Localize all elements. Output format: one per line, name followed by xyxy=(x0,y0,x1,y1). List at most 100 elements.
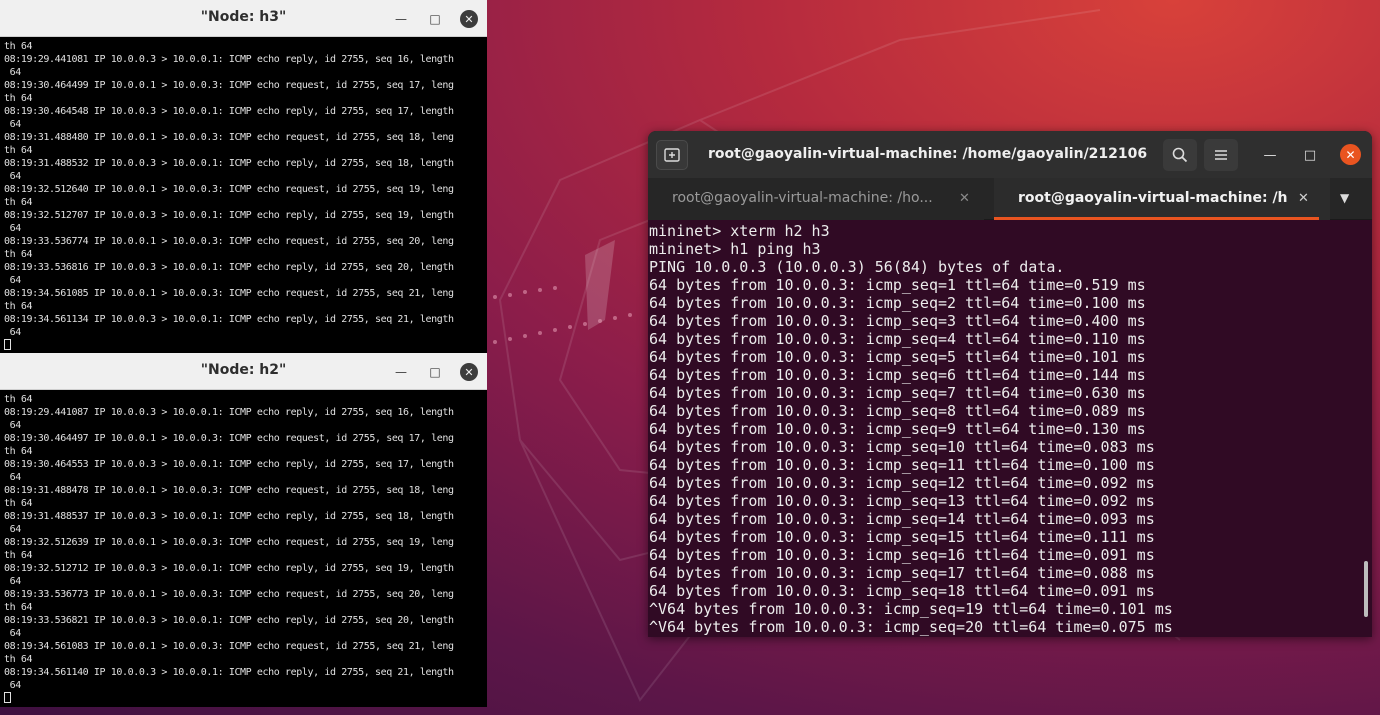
search-button[interactable] xyxy=(1163,139,1197,171)
output-line: 64 xyxy=(4,327,22,338)
output-line: 64 xyxy=(4,680,22,691)
output-line: 64 xyxy=(4,275,22,286)
active-tab-indicator xyxy=(994,217,1319,220)
new-tab-button[interactable] xyxy=(656,140,688,170)
maximize-icon[interactable]: □ xyxy=(426,10,444,28)
output-line: 08:19:32.512640 IP 10.0.0.1 > 10.0.0.3: … xyxy=(4,184,454,195)
cursor-block xyxy=(4,692,11,703)
output-line: 64 bytes from 10.0.0.3: icmp_seq=8 ttl=6… xyxy=(649,402,1146,420)
output-line: 64 bytes from 10.0.0.3: icmp_seq=12 ttl=… xyxy=(649,474,1155,492)
header-bar[interactable]: root@gaoyalin-virtual-machine: /home/gao… xyxy=(648,131,1372,178)
output-line: 08:19:34.561134 IP 10.0.0.3 > 10.0.0.1: … xyxy=(4,314,454,325)
output-line: 64 bytes from 10.0.0.3: icmp_seq=14 ttl=… xyxy=(649,510,1155,528)
output-line: 08:19:30.464497 IP 10.0.0.1 > 10.0.0.3: … xyxy=(4,433,454,444)
output-line: PING 10.0.0.3 (10.0.0.3) 56(84) bytes of… xyxy=(649,258,1065,276)
output-line: 64 bytes from 10.0.0.3: icmp_seq=9 ttl=6… xyxy=(649,420,1146,438)
output-line: th 64 xyxy=(4,498,33,509)
gnome-terminal-window[interactable]: root@gaoyalin-virtual-machine: /home/gao… xyxy=(648,131,1372,637)
output-line: 08:19:34.561083 IP 10.0.0.1 > 10.0.0.3: … xyxy=(4,641,454,652)
xterm-window-h3[interactable]: "Node: h3" — □ ✕ th 64 08:19:29.441081 IP… xyxy=(0,0,487,353)
cursor-block xyxy=(4,339,11,350)
output-line: th 64 xyxy=(4,394,33,405)
output-line: 64 bytes from 10.0.0.3: icmp_seq=2 ttl=6… xyxy=(649,294,1146,312)
output-line: 08:19:33.536816 IP 10.0.0.3 > 10.0.0.1: … xyxy=(4,262,454,273)
output-line: 64 xyxy=(4,628,22,639)
output-line: 64 xyxy=(4,67,22,78)
output-line: 64 xyxy=(4,472,22,483)
terminal-cursor xyxy=(4,692,487,705)
output-line: 08:19:31.488537 IP 10.0.0.3 > 10.0.0.1: … xyxy=(4,511,454,522)
scrollbar[interactable] xyxy=(1364,561,1368,617)
output-line: 64 xyxy=(4,524,22,535)
output-line: 64 bytes from 10.0.0.3: icmp_seq=15 ttl=… xyxy=(649,528,1155,546)
output-line: 08:19:32.512712 IP 10.0.0.3 > 10.0.0.1: … xyxy=(4,563,454,574)
output-line: ^V64 bytes from 10.0.0.3: icmp_seq=19 tt… xyxy=(649,600,1173,618)
terminal-output[interactable]: th 64 08:19:29.441087 IP 10.0.0.3 > 10.0.… xyxy=(4,393,487,707)
output-line: 64 bytes from 10.0.0.3: icmp_seq=11 ttl=… xyxy=(649,456,1155,474)
tab-2-active[interactable]: root@gaoyalin-virtual-machine: /ho... ✕ xyxy=(994,178,1330,220)
terminal-output[interactable]: mininet> xterm h2 h3 mininet> h1 ping h3 P… xyxy=(649,222,1349,636)
output-line: 08:19:34.561085 IP 10.0.0.1 > 10.0.0.3: … xyxy=(4,288,454,299)
close-icon[interactable]: ✕ xyxy=(1340,144,1361,165)
output-line: 64 bytes from 10.0.0.3: icmp_seq=16 ttl=… xyxy=(649,546,1155,564)
search-icon xyxy=(1172,147,1188,163)
tab-close-icon[interactable]: ✕ xyxy=(959,191,970,206)
tab-1[interactable]: root@gaoyalin-virtual-machine: /ho... ✕ xyxy=(648,178,984,220)
output-line: th 64 xyxy=(4,654,33,665)
output-line: th 64 xyxy=(4,602,33,613)
output-line: mininet> h1 ping h3 xyxy=(649,240,821,258)
output-line: th 64 xyxy=(4,301,33,312)
output-line: 64 bytes from 10.0.0.3: icmp_seq=18 ttl=… xyxy=(649,582,1155,600)
output-line: 64 xyxy=(4,576,22,587)
output-line: 08:19:31.488478 IP 10.0.0.1 > 10.0.0.3: … xyxy=(4,485,454,496)
hamburger-icon xyxy=(1215,150,1227,160)
tab-bar: root@gaoyalin-virtual-machine: /ho... ✕ … xyxy=(648,178,1372,220)
menu-button[interactable] xyxy=(1204,139,1238,171)
output-line: th 64 xyxy=(4,93,33,104)
close-icon[interactable]: ✕ xyxy=(460,10,478,28)
output-line: th 64 xyxy=(4,197,33,208)
window-titlebar[interactable]: "Node: h2" — □ ✕ xyxy=(0,353,487,390)
output-line: 08:19:33.536774 IP 10.0.0.1 > 10.0.0.3: … xyxy=(4,236,454,247)
window-title: "Node: h3" xyxy=(200,9,287,25)
output-line: 64 xyxy=(4,223,22,234)
output-line: 08:19:31.488532 IP 10.0.0.3 > 10.0.0.1: … xyxy=(4,158,454,169)
output-line: 64 bytes from 10.0.0.3: icmp_seq=6 ttl=6… xyxy=(649,366,1146,384)
output-line: 08:19:32.512707 IP 10.0.0.3 > 10.0.0.1: … xyxy=(4,210,454,221)
tabs-dropdown-icon[interactable]: ▼ xyxy=(1340,191,1349,205)
output-line: 64 bytes from 10.0.0.3: icmp_seq=3 ttl=6… xyxy=(649,312,1146,330)
minimize-icon[interactable]: — xyxy=(392,363,410,381)
terminal-cursor xyxy=(4,339,487,352)
output-line: 08:19:33.536821 IP 10.0.0.3 > 10.0.0.1: … xyxy=(4,615,454,626)
maximize-icon[interactable]: □ xyxy=(426,363,444,381)
output-line: mininet> xterm h2 h3 xyxy=(649,222,830,240)
output-line: 64 bytes from 10.0.0.3: icmp_seq=4 ttl=6… xyxy=(649,330,1146,348)
output-line: 64 bytes from 10.0.0.3: icmp_seq=7 ttl=6… xyxy=(649,384,1146,402)
output-line: 64 bytes from 10.0.0.3: icmp_seq=1 ttl=6… xyxy=(649,276,1146,294)
window-titlebar[interactable]: "Node: h3" — □ ✕ xyxy=(0,0,487,37)
output-line: 64 xyxy=(4,171,22,182)
output-line: 64 xyxy=(4,119,22,130)
tab-label: root@gaoyalin-virtual-machine: /ho... xyxy=(1018,190,1288,206)
maximize-icon[interactable]: □ xyxy=(1300,145,1320,165)
output-line: 08:19:31.488480 IP 10.0.0.1 > 10.0.0.3: … xyxy=(4,132,454,143)
minimize-icon[interactable]: — xyxy=(1260,145,1280,165)
window-title: root@gaoyalin-virtual-machine: /home/gao… xyxy=(708,146,1148,162)
minimize-icon[interactable]: — xyxy=(392,10,410,28)
output-line: th 64 xyxy=(4,446,33,457)
output-line: 08:19:30.464499 IP 10.0.0.1 > 10.0.0.3: … xyxy=(4,80,454,91)
tab-label: root@gaoyalin-virtual-machine: /ho... xyxy=(672,190,933,206)
output-line: 08:19:29.441081 IP 10.0.0.3 > 10.0.0.1: … xyxy=(4,54,454,65)
tab-close-icon[interactable]: ✕ xyxy=(1298,191,1309,206)
output-line: 08:19:29.441087 IP 10.0.0.3 > 10.0.0.1: … xyxy=(4,407,454,418)
output-line: 08:19:34.561140 IP 10.0.0.3 > 10.0.0.1: … xyxy=(4,667,454,678)
xterm-window-h2[interactable]: "Node: h2" — □ ✕ th 64 08:19:29.441087 IP… xyxy=(0,353,487,707)
close-icon[interactable]: ✕ xyxy=(460,363,478,381)
output-line: th 64 xyxy=(4,145,33,156)
new-tab-icon xyxy=(664,148,680,162)
output-line: th 64 xyxy=(4,550,33,561)
output-line: 64 xyxy=(4,420,22,431)
output-line: 64 bytes from 10.0.0.3: icmp_seq=10 ttl=… xyxy=(649,438,1155,456)
output-line: 08:19:30.464548 IP 10.0.0.3 > 10.0.0.1: … xyxy=(4,106,454,117)
terminal-output[interactable]: th 64 08:19:29.441081 IP 10.0.0.3 > 10.0.… xyxy=(4,40,487,353)
